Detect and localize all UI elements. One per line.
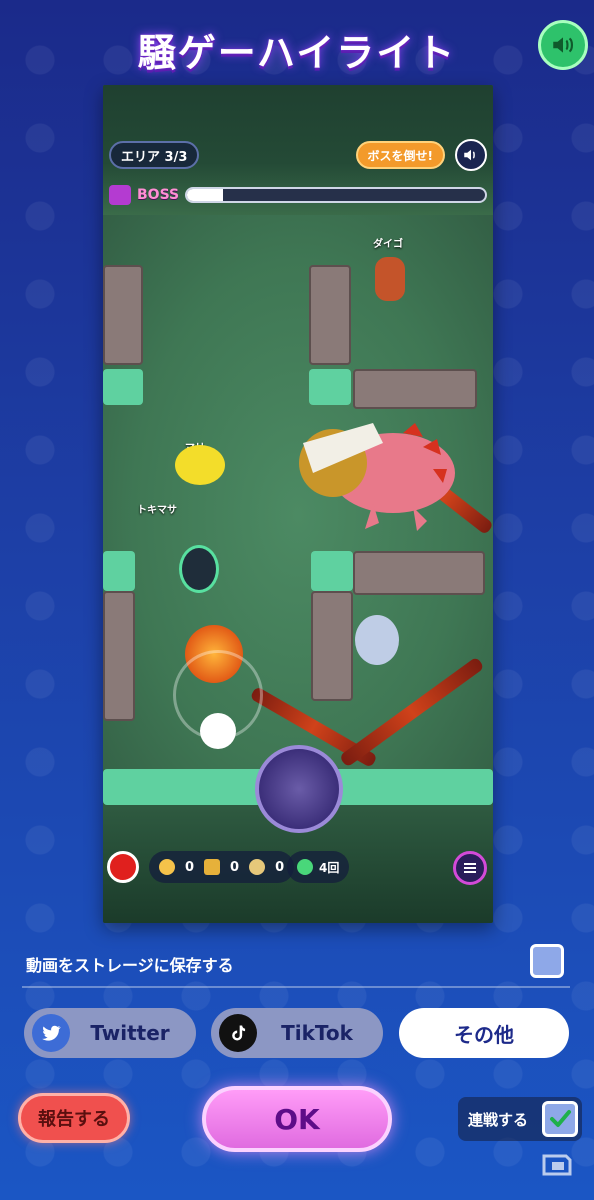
- sound-toggle-button[interactable]: [538, 20, 588, 70]
- stone-wall: [309, 265, 351, 365]
- grass-block: [309, 369, 351, 405]
- menu-button: [453, 851, 487, 885]
- character-ghost: [355, 615, 399, 665]
- gameplay-video-preview: ダイゴ マリ トキマサ エリア 3/3 ボスを倒せ! BOSS 0 0 0: [103, 85, 493, 923]
- coin-count: 0: [185, 859, 195, 875]
- site-logo-watermark: [542, 1154, 572, 1176]
- boss-monster: [299, 423, 455, 531]
- token-count: 0: [275, 859, 285, 875]
- tiktok-note-icon: [219, 1014, 257, 1052]
- menu-icon: [464, 863, 476, 873]
- boss-icon: [109, 185, 131, 205]
- chest-icon: [204, 859, 221, 875]
- twitter-bird-icon: [32, 1014, 70, 1052]
- chest-count: 0: [230, 859, 240, 875]
- boss-label: BOSS: [137, 187, 180, 203]
- save-to-storage-label: 動画をストレージに保存する: [26, 956, 234, 975]
- share-other-button[interactable]: その他: [399, 1008, 569, 1058]
- player-name-label: ダイゴ: [373, 239, 403, 250]
- share-twitter-button[interactable]: Twitter: [24, 1008, 196, 1058]
- character-tokimasa: [179, 545, 219, 593]
- area-indicator: エリア 3/3: [109, 141, 200, 169]
- heart-gem-icon: [297, 859, 313, 875]
- share-twitter-label: Twitter: [90, 1021, 170, 1045]
- stone-wall: [103, 265, 143, 365]
- boss-health-track: [185, 187, 487, 203]
- boss-health-bar: BOSS: [109, 183, 487, 207]
- share-tiktok-button[interactable]: TikTok: [211, 1008, 383, 1058]
- boss-health-fill: [187, 189, 223, 201]
- character-mari: [175, 445, 225, 485]
- game-hud: 0 0 0 4回: [103, 845, 493, 889]
- coin-icon: [159, 859, 175, 875]
- grass-block: [103, 369, 143, 405]
- skill-button: [255, 745, 343, 833]
- speaker-icon: [553, 37, 574, 53]
- check-icon: [550, 1110, 571, 1127]
- item-counters: 0 0 0: [149, 851, 295, 883]
- save-to-storage-checkbox[interactable]: [530, 944, 564, 978]
- continuous-battle-toggle[interactable]: 連戦する: [458, 1097, 582, 1141]
- revive-counter: 4回: [287, 851, 350, 883]
- save-to-storage-row: 動画をストレージに保存する: [26, 944, 566, 978]
- character-daigo: [375, 257, 405, 301]
- share-tiktok-label: TikTok: [281, 1021, 353, 1045]
- divider: [22, 986, 570, 988]
- stone-wall: [103, 591, 135, 721]
- page-title: 騒ゲーハイライト: [137, 31, 457, 75]
- joystick-knob: [200, 713, 236, 749]
- player-name-label: トキマサ: [137, 505, 177, 516]
- grass-block: [103, 551, 135, 591]
- continuous-battle-checkbox[interactable]: [542, 1101, 578, 1137]
- boss-objective-badge: ボスを倒せ!: [355, 141, 445, 169]
- token-icon: [249, 859, 266, 875]
- stone-wall: [353, 551, 485, 595]
- record-icon: [107, 851, 139, 883]
- stone-wall: [311, 591, 353, 701]
- revive-count: 4回: [319, 860, 340, 875]
- continuous-battle-label: 連戦する: [468, 1111, 529, 1129]
- speaker-icon: [464, 149, 475, 161]
- ingame-sound-button[interactable]: [455, 139, 487, 171]
- ok-button[interactable]: OK: [202, 1086, 392, 1152]
- report-button[interactable]: 報告する: [18, 1093, 130, 1143]
- grass-block: [311, 551, 353, 591]
